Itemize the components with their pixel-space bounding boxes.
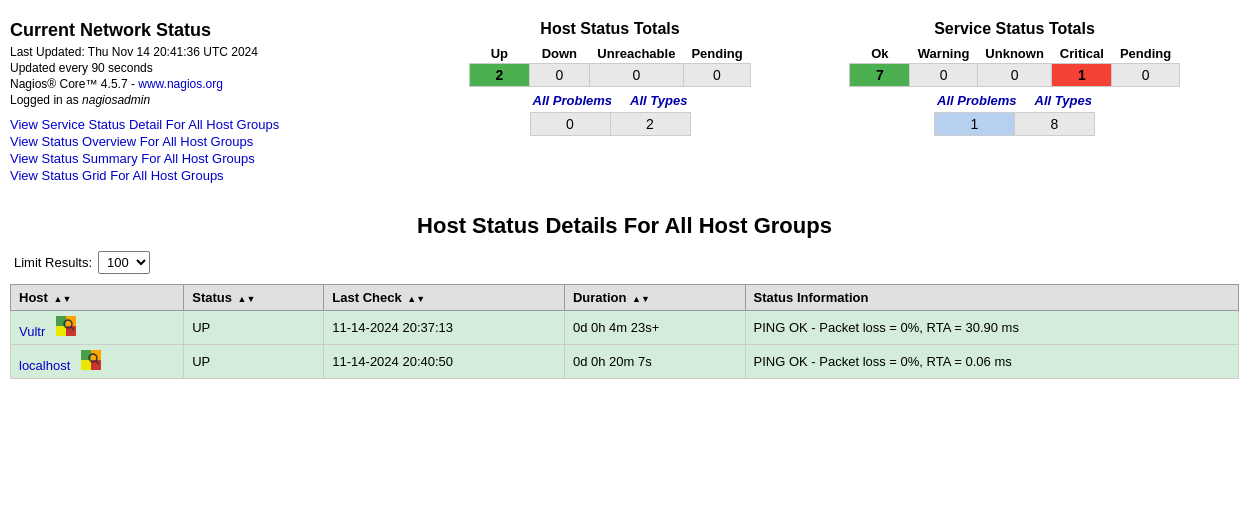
host-vultr-status-info: PING OK - Packet loss = 0%, RTA = 30.90 … — [745, 311, 1238, 345]
host-problems-count[interactable]: 0 — [530, 113, 610, 136]
host-localhost-status: UP — [184, 345, 324, 379]
update-interval: Updated every 90 seconds — [10, 61, 430, 75]
table-header-row: Host ▲▼ Status ▲▼ Last Check ▲▼ Duration… — [11, 285, 1239, 311]
host-name-cell: localhost — [11, 345, 184, 379]
svc-unknown-count[interactable]: 0 — [977, 64, 1052, 87]
host-sort-arrows[interactable]: ▲▼ — [54, 294, 72, 304]
left-panel: Current Network Status Last Updated: Thu… — [10, 20, 430, 185]
svc-pending-count[interactable]: 0 — [1112, 64, 1179, 87]
host-status-totals-title: Host Status Totals — [450, 20, 770, 38]
status-summary-link[interactable]: View Status Summary For All Host Groups — [10, 151, 430, 166]
host-subtotals-table: 0 2 — [530, 112, 691, 136]
host-unreachable-count[interactable]: 0 — [589, 64, 683, 87]
logged-in-text: Logged in as nagiosadmin — [10, 93, 430, 107]
svc-warning-header: Warning — [910, 44, 978, 64]
col-last-check[interactable]: Last Check ▲▼ — [324, 285, 565, 311]
svg-rect-10 — [81, 360, 91, 370]
service-status-detail-link[interactable]: View Service Status Detail For All Host … — [10, 117, 430, 132]
last-check-sort-arrows[interactable]: ▲▼ — [407, 294, 425, 304]
svc-types-count[interactable]: 8 — [1015, 113, 1095, 136]
host-icon[interactable] — [81, 358, 101, 373]
svc-warning-count[interactable]: 0 — [910, 64, 978, 87]
page-title: Host Status Details For All Host Groups — [10, 213, 1239, 239]
nagios-version: Nagios® Core™ 4.5.7 - www.nagios.org — [10, 77, 430, 91]
col-duration[interactable]: Duration ▲▼ — [564, 285, 745, 311]
col-host[interactable]: Host ▲▼ — [11, 285, 184, 311]
host-localhost-link[interactable]: localhost — [19, 358, 70, 373]
last-updated: Last Updated: Thu Nov 14 20:41:36 UTC 20… — [10, 45, 430, 59]
svg-rect-3 — [56, 326, 66, 336]
limit-results-select[interactable]: 25 50 100 200 All — [98, 251, 150, 274]
col-status-info: Status Information — [745, 285, 1238, 311]
page-heading: Current Network Status — [10, 20, 430, 41]
duration-sort-arrows[interactable]: ▲▼ — [632, 294, 650, 304]
status-overview-link[interactable]: View Status Overview For All Host Groups — [10, 134, 430, 149]
svc-critical-count[interactable]: 1 — [1052, 64, 1112, 87]
search-icon — [56, 316, 76, 336]
svc-all-problems-label[interactable]: All Problems — [937, 93, 1016, 108]
svc-ok-count[interactable]: 7 — [850, 64, 910, 87]
svc-ok-header: Ok — [850, 44, 910, 64]
host-all-problems-label[interactable]: All Problems — [533, 93, 612, 108]
host-icon[interactable] — [56, 324, 76, 339]
limit-results-control: Limit Results: 25 50 100 200 All — [10, 251, 1239, 274]
status-grid-link[interactable]: View Status Grid For All Host Groups — [10, 168, 430, 183]
status-sort-arrows[interactable]: ▲▼ — [238, 294, 256, 304]
host-status-totals-table: Up Down Unreachable Pending 2 0 0 0 — [469, 44, 751, 87]
host-status-totals-panel: Host Status Totals Up Down Unreachable P… — [450, 20, 770, 136]
host-pending-count[interactable]: 0 — [683, 64, 750, 87]
host-localhost-last-check: 11-14-2024 20:40:50 — [324, 345, 565, 379]
host-localhost-duration: 0d 0h 20m 7s — [564, 345, 745, 379]
host-all-problems-row: All Problems All Types — [450, 93, 770, 108]
navigation-links: View Service Status Detail For All Host … — [10, 117, 430, 183]
host-status-table: Host ▲▼ Status ▲▼ Last Check ▲▼ Duration… — [10, 284, 1239, 379]
host-down-header: Down — [529, 44, 589, 64]
svc-problems-count[interactable]: 1 — [935, 113, 1015, 136]
table-row: localhost UP 11-14-2024 20:40:50 0 — [11, 345, 1239, 379]
svc-all-problems-row: All Problems All Types — [790, 93, 1239, 108]
host-up-header: Up — [469, 44, 529, 64]
service-status-totals-title: Service Status Totals — [790, 20, 1239, 38]
nagios-link[interactable]: www.nagios.org — [138, 77, 223, 91]
svc-pending-header: Pending — [1112, 44, 1179, 64]
host-vultr-link[interactable]: Vultr — [19, 324, 45, 339]
svc-subtotals-table: 1 8 — [934, 112, 1095, 136]
svc-all-types-label[interactable]: All Types — [1035, 93, 1092, 108]
host-vultr-last-check: 11-14-2024 20:37:13 — [324, 311, 565, 345]
host-types-count[interactable]: 2 — [610, 113, 690, 136]
service-status-totals-panel: Service Status Totals Ok Warning Unknown… — [790, 20, 1239, 136]
host-vultr-duration: 0d 0h 4m 23s+ — [564, 311, 745, 345]
host-all-types-label[interactable]: All Types — [630, 93, 687, 108]
svc-critical-header: Critical — [1052, 44, 1112, 64]
host-localhost-status-info: PING OK - Packet loss = 0%, RTA = 0.06 m… — [745, 345, 1238, 379]
col-status[interactable]: Status ▲▼ — [184, 285, 324, 311]
service-status-totals-table: Ok Warning Unknown Critical Pending 7 0 … — [849, 44, 1179, 87]
limit-results-label: Limit Results: — [14, 255, 92, 270]
host-name-cell: Vultr — [11, 311, 184, 345]
host-down-count[interactable]: 0 — [529, 64, 589, 87]
host-unreachable-header: Unreachable — [589, 44, 683, 64]
svc-unknown-header: Unknown — [977, 44, 1052, 64]
host-pending-header: Pending — [683, 44, 750, 64]
table-row: Vultr UP 11-14-2024 20:37:13 0d 0h — [11, 311, 1239, 345]
host-up-count[interactable]: 2 — [469, 64, 529, 87]
host-table-body: Vultr UP 11-14-2024 20:37:13 0d 0h — [11, 311, 1239, 379]
host-vultr-status: UP — [184, 311, 324, 345]
search-icon — [81, 350, 101, 370]
